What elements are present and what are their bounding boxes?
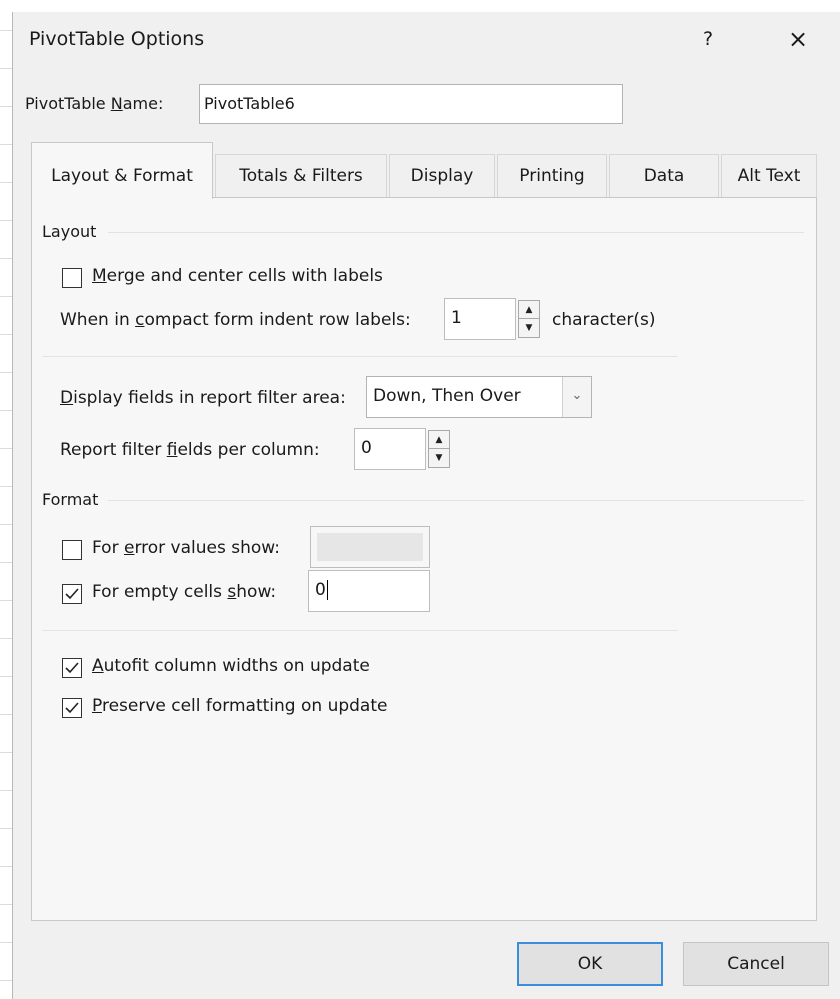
empty-cells-checkbox[interactable] [62, 584, 82, 604]
spreadsheet-row-line [0, 980, 12, 981]
spreadsheet-row-line [0, 68, 12, 69]
error-values-input[interactable] [310, 526, 430, 568]
indent-spinner[interactable]: ▲ ▼ [518, 300, 540, 338]
spreadsheet-row-line [0, 600, 12, 601]
indent-input[interactable]: 1 [444, 298, 516, 340]
spreadsheet-row-line [0, 866, 12, 867]
spreadsheet-row-line [0, 752, 12, 753]
merge-center-label: Merge and center cells with labels [92, 266, 383, 286]
spreadsheet-row-line [0, 486, 12, 487]
error-values-input-fill [317, 533, 423, 561]
spreadsheet-row-line [0, 410, 12, 411]
chevron-down-icon[interactable]: ⌄ [562, 377, 591, 417]
check-icon [65, 588, 79, 600]
layout-format-panel: Layout Merge and center cells with label… [31, 197, 817, 921]
format-divider [42, 630, 678, 631]
spin-up-icon[interactable]: ▲ [429, 431, 449, 449]
help-button[interactable]: ? [693, 24, 723, 54]
filter-area-dropdown[interactable]: Down, Then Over ⌄ [366, 376, 592, 418]
preserve-formatting-checkbox[interactable] [62, 698, 82, 718]
indent-unit-label: character(s) [552, 310, 656, 330]
pivottable-options-dialog: PivotTable Options ? × PivotTable Name: … [12, 12, 840, 999]
fields-per-column-input[interactable]: 0 [354, 428, 426, 470]
autofit-checkbox[interactable] [62, 658, 82, 678]
merge-center-checkbox[interactable] [62, 268, 82, 288]
dialog-title: PivotTable Options [29, 28, 205, 50]
spreadsheet-row-line [0, 638, 12, 639]
layout-section-heading: Layout [42, 222, 97, 241]
tab-totals-filters[interactable]: Totals & Filters [215, 154, 387, 198]
filter-area-label: Display fields in report filter area: [60, 388, 346, 408]
layout-section-rule [108, 232, 804, 233]
filter-area-value: Down, Then Over [373, 386, 521, 406]
tab-display[interactable]: Display [389, 154, 495, 198]
ok-button[interactable]: OK [517, 942, 663, 986]
error-values-label: For error values show: [92, 538, 280, 558]
spreadsheet-row-line [0, 106, 12, 107]
fields-per-column-spinner[interactable]: ▲ ▼ [428, 430, 450, 468]
spreadsheet-row-line [0, 144, 12, 145]
spreadsheet-row-line [0, 372, 12, 373]
preserve-formatting-label: Preserve cell formatting on update [92, 696, 388, 716]
format-section-heading: Format [42, 490, 99, 509]
text-cursor [326, 580, 328, 600]
pivottable-name-input[interactable]: PivotTable6 [199, 84, 623, 124]
spreadsheet-row-line [0, 714, 12, 715]
tab-alt-text[interactable]: Alt Text [721, 154, 817, 198]
spreadsheet-row-line [0, 676, 12, 677]
layout-divider [42, 356, 678, 357]
check-icon [65, 702, 79, 714]
close-button[interactable]: × [783, 24, 813, 54]
empty-cells-value: 0 [315, 580, 326, 600]
spreadsheet-row-line [0, 296, 12, 297]
spreadsheet-row-line [0, 828, 12, 829]
tab-layout-format[interactable]: Layout & Format [31, 142, 213, 199]
check-icon [65, 662, 79, 674]
spin-down-icon[interactable]: ▼ [429, 449, 449, 467]
spreadsheet-row-line [0, 942, 12, 943]
spreadsheet-row-strip [0, 0, 12, 999]
spreadsheet-row-line [0, 182, 12, 183]
format-section-rule [108, 500, 804, 501]
spreadsheet-row-line [0, 790, 12, 791]
tab-data[interactable]: Data [609, 154, 719, 198]
spin-down-icon[interactable]: ▼ [519, 319, 539, 337]
spreadsheet-row-line [0, 904, 12, 905]
indent-label: When in compact form indent row labels: [60, 310, 411, 330]
spreadsheet-row-line [0, 334, 12, 335]
spreadsheet-row-line [0, 258, 12, 259]
spreadsheet-row-line [0, 524, 12, 525]
spreadsheet-row-line [0, 220, 12, 221]
cancel-button[interactable]: Cancel [683, 942, 829, 986]
pivottable-name-label: PivotTable Name: [25, 94, 164, 113]
tab-printing[interactable]: Printing [497, 154, 607, 198]
spreadsheet-row-line [0, 448, 12, 449]
fields-per-column-label: Report filter fields per column: [60, 440, 320, 460]
autofit-label: Autofit column widths on update [92, 656, 370, 676]
empty-cells-input[interactable]: 0 [308, 570, 430, 612]
error-values-checkbox[interactable] [62, 540, 82, 560]
empty-cells-label: For empty cells show: [92, 582, 277, 602]
spreadsheet-row-line [0, 562, 12, 563]
spreadsheet-row-line [0, 30, 12, 31]
spin-up-icon[interactable]: ▲ [519, 301, 539, 319]
